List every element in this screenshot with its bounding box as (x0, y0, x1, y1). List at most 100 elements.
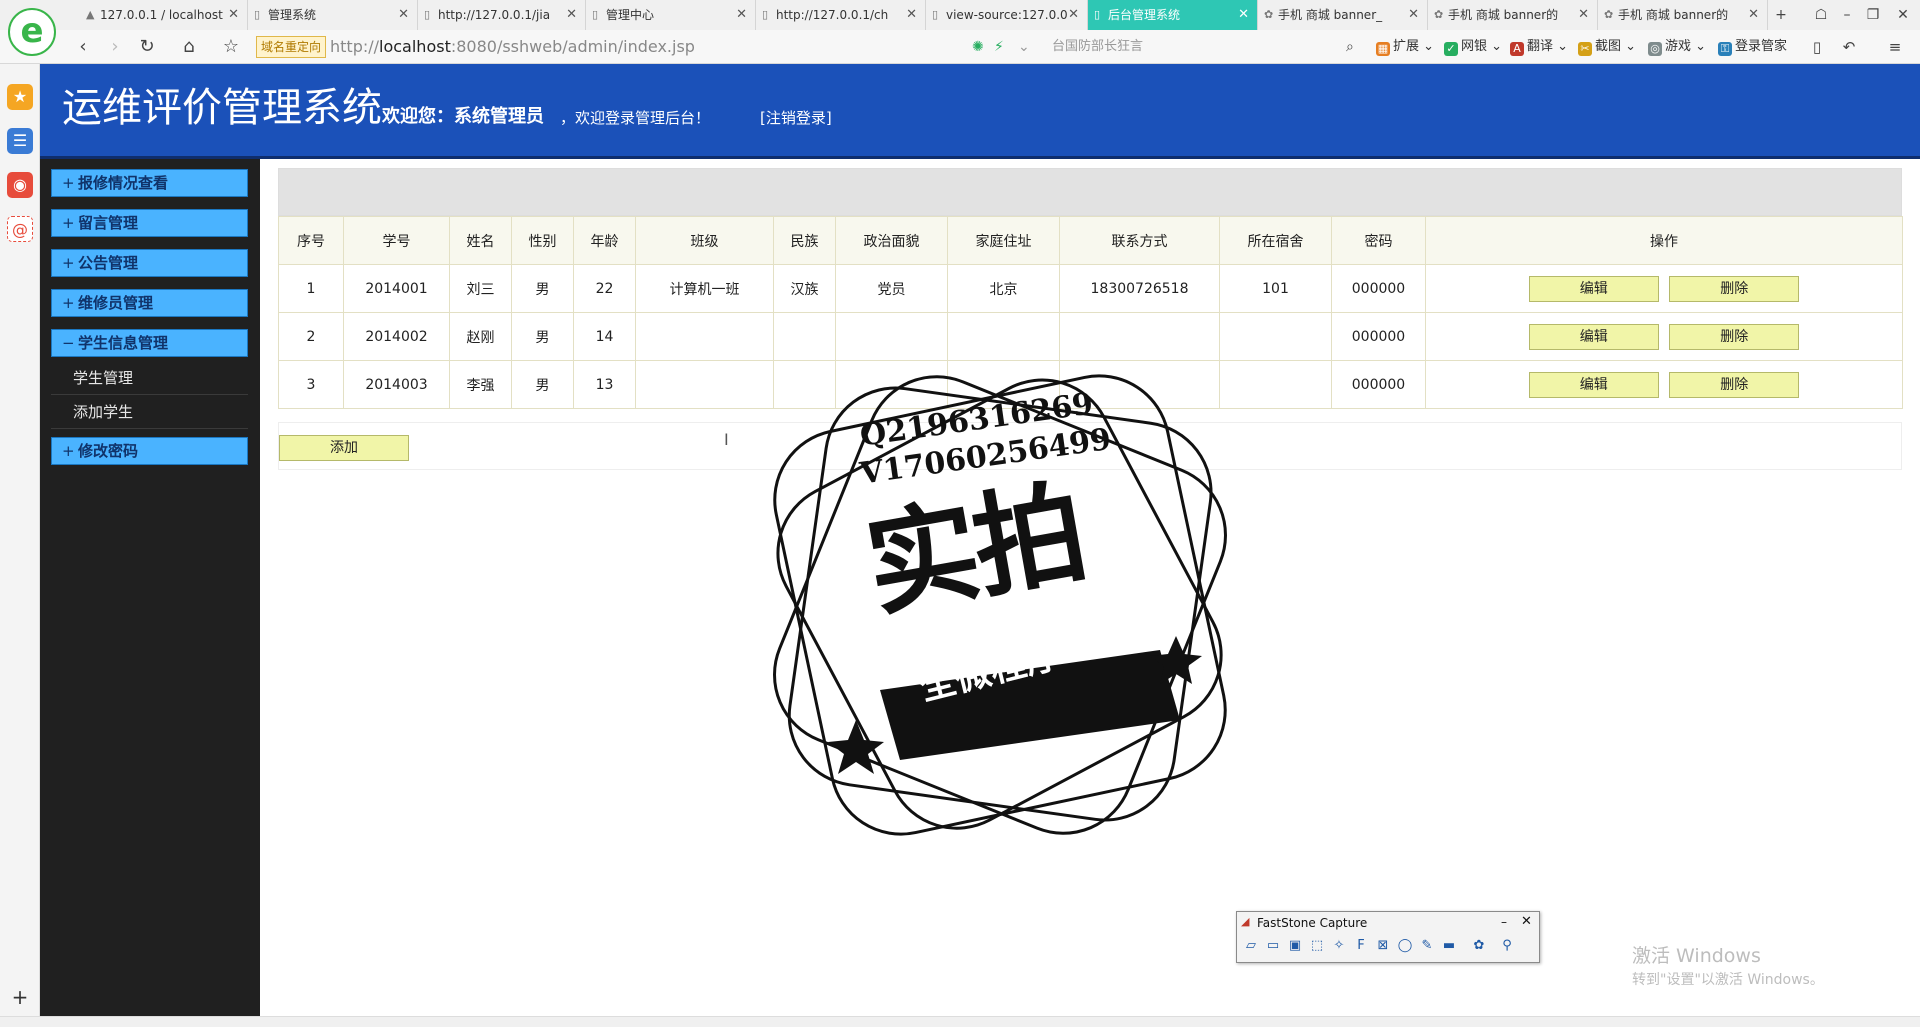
menu-icon[interactable]: ≡ (1884, 36, 1906, 58)
settings-icon[interactable]: ✿ (1469, 936, 1489, 956)
undo-icon[interactable]: ↶ (1838, 36, 1860, 58)
news-icon[interactable]: ☰ (7, 128, 33, 154)
edit-button[interactable]: 编辑 (1528, 323, 1659, 350)
close-icon[interactable]: ✕ (398, 0, 409, 30)
table-cell: 男 (511, 360, 574, 409)
search-icon[interactable]: ⌕ (1346, 37, 1354, 57)
toolbar-item-login-manager[interactable]: ⚿ 登录管家 (1718, 35, 1787, 59)
pma-icon: ▲ (86, 8, 95, 21)
address-bar[interactable]: http://localhost:8080/sshweb/admin/index… (330, 35, 695, 59)
minimize-icon[interactable]: – (1834, 0, 1860, 30)
add-button[interactable]: 添加 (279, 435, 409, 461)
home-icon[interactable]: ⌂ (178, 36, 200, 58)
menu-item-students[interactable]: − 学生信息管理 (51, 329, 248, 357)
capture-fullscreen-icon[interactable]: F (1351, 936, 1371, 956)
page-icon: ▯ (424, 8, 431, 21)
delete-button[interactable]: 删除 (1669, 371, 1800, 398)
key-icon: ⚿ (1718, 42, 1732, 56)
browser-tab[interactable]: ▯ 管理中心 ✕ (586, 0, 756, 30)
edit-button[interactable]: 编辑 (1528, 275, 1659, 302)
close-icon[interactable]: ✕ (228, 0, 239, 30)
menu-item-label: 学生信息管理 (78, 334, 169, 352)
restore-icon[interactable]: ❐ (1860, 0, 1886, 30)
menu-item-announcements[interactable]: + 公告管理 (51, 249, 248, 277)
browser-tab[interactable]: ▯ 管理系统 ✕ (248, 0, 418, 30)
submenu-item-student-manage[interactable]: 学生管理 (51, 361, 248, 395)
address-tag[interactable]: 域名重定向 (256, 36, 327, 58)
close-icon[interactable]: ✕ (1068, 0, 1079, 30)
logout-link[interactable]: [注销登录] (760, 106, 832, 130)
toolbar-item-games[interactable]: ◎ 游戏 ⌄ (1648, 35, 1706, 59)
table-row: 1 2014001 刘三 男 22 计算机一班 汉族 党员 北京 1830072… (278, 264, 1903, 313)
menu-item-repairmen[interactable]: + 维修员管理 (51, 289, 248, 317)
forward-icon[interactable]: › (104, 36, 126, 58)
capture-region-icon[interactable]: ⬚ (1307, 936, 1327, 956)
browser-tab[interactable]: ▯ http://127.0.0.1/jia ✕ (418, 0, 586, 30)
browser-tab[interactable]: ▯ view-source:127.0.0 ✕ (926, 0, 1088, 30)
table-cell: 2014001 (343, 264, 450, 313)
minimize-icon[interactable]: – (1501, 913, 1507, 931)
reload-icon[interactable]: ↻ (136, 36, 158, 58)
favorites-icon[interactable]: ★ (7, 84, 33, 110)
toolbar-item-extensions[interactable]: ▦ 扩展 ⌄ (1376, 35, 1434, 59)
browser-logo[interactable]: e (8, 8, 56, 56)
add-icon[interactable]: + (7, 984, 33, 1010)
close-icon[interactable]: ✕ (736, 0, 747, 30)
browser-tab[interactable]: ▲ 127.0.0.1 / localhost ✕ (80, 0, 248, 30)
menu-item-label: 修改密码 (78, 442, 139, 460)
new-tab-button[interactable]: + (1768, 0, 1794, 30)
security-icon[interactable]: ✺ (972, 37, 984, 57)
close-icon[interactable]: ✕ (906, 0, 917, 30)
capture-object-icon[interactable]: ▣ (1285, 936, 1305, 956)
close-icon[interactable]: ✕ (1748, 0, 1759, 30)
toolbar-item-screenshot[interactable]: ✂ 截图 ⌄ (1578, 35, 1636, 59)
browser-tab[interactable]: ✿ 手机 商城 banner_ ✕ (1258, 0, 1428, 30)
table-cell (635, 312, 774, 361)
page-icon: ▯ (932, 8, 939, 21)
delete-button[interactable]: 删除 (1669, 275, 1800, 302)
weibo-icon[interactable]: ◉ (7, 172, 33, 198)
browser-tab[interactable]: ✿ 手机 商城 banner的 ✕ (1428, 0, 1598, 30)
skin-icon[interactable]: ☖ (1808, 0, 1834, 30)
tab-title: view-source:127.0.0 (946, 8, 1068, 22)
close-icon[interactable]: ✕ (1408, 0, 1419, 30)
reading-mode-icon[interactable]: ▯ (1806, 36, 1828, 58)
close-icon[interactable]: ✕ (1578, 0, 1589, 30)
table-cell: 000000 (1331, 264, 1426, 313)
search-box[interactable]: 台国防部长狂言 (1052, 35, 1143, 59)
column-header: 联系方式 (1059, 216, 1220, 265)
browser-tab-active[interactable]: ▯ 后台管理系统 ✕ (1088, 0, 1258, 30)
close-icon[interactable]: ✕ (1521, 913, 1532, 931)
expand-icon: + (62, 214, 75, 232)
table-cell: 000000 (1331, 312, 1426, 361)
close-icon[interactable]: ✕ (566, 0, 577, 30)
toolbar-item-bank[interactable]: ✓ 网银 ⌄ (1444, 35, 1502, 59)
tab-title: 手机 商城 banner_ (1278, 8, 1383, 22)
open-icon[interactable]: ▱ (1241, 936, 1261, 956)
ruler-icon[interactable]: ▬ (1439, 936, 1459, 956)
column-header: 序号 (278, 216, 344, 265)
scissors-icon: ✂ (1578, 42, 1592, 56)
menu-item-change-password[interactable]: + 修改密码 (51, 437, 248, 465)
window-close-icon[interactable]: ✕ (1890, 0, 1916, 30)
back-icon[interactable]: ‹ (72, 36, 94, 58)
capture-freehand-icon[interactable]: ✧ (1329, 936, 1349, 956)
delete-button[interactable]: 删除 (1669, 323, 1800, 350)
capture-scroll-icon[interactable]: ⊠ (1373, 936, 1393, 956)
chevron-down-icon[interactable]: ⌄ (1018, 37, 1030, 57)
color-picker-icon[interactable]: ✎ (1417, 936, 1437, 956)
menu-item-messages[interactable]: + 留言管理 (51, 209, 248, 237)
pin-icon[interactable]: ⚲ (1497, 936, 1517, 956)
capture-window-icon[interactable]: ▭ (1263, 936, 1283, 956)
star-icon[interactable]: ☆ (220, 36, 242, 58)
mail-icon[interactable]: @ (7, 216, 33, 242)
browser-tab[interactable]: ▯ http://127.0.0.1/ch ✕ (756, 0, 926, 30)
close-icon[interactable]: ✕ (1238, 0, 1249, 30)
submenu-item-add-student[interactable]: 添加学生 (51, 395, 248, 429)
edit-button[interactable]: 编辑 (1528, 371, 1659, 398)
browser-tab[interactable]: ✿ 手机 商城 banner的 ✕ (1598, 0, 1768, 30)
menu-item-repairs[interactable]: + 报修情况查看 (51, 169, 248, 197)
magnifier-icon[interactable]: ◯ (1395, 936, 1415, 956)
toolbar-item-translate[interactable]: A 翻译 ⌄ (1510, 35, 1568, 59)
lightning-icon[interactable]: ⚡ (994, 37, 1004, 57)
